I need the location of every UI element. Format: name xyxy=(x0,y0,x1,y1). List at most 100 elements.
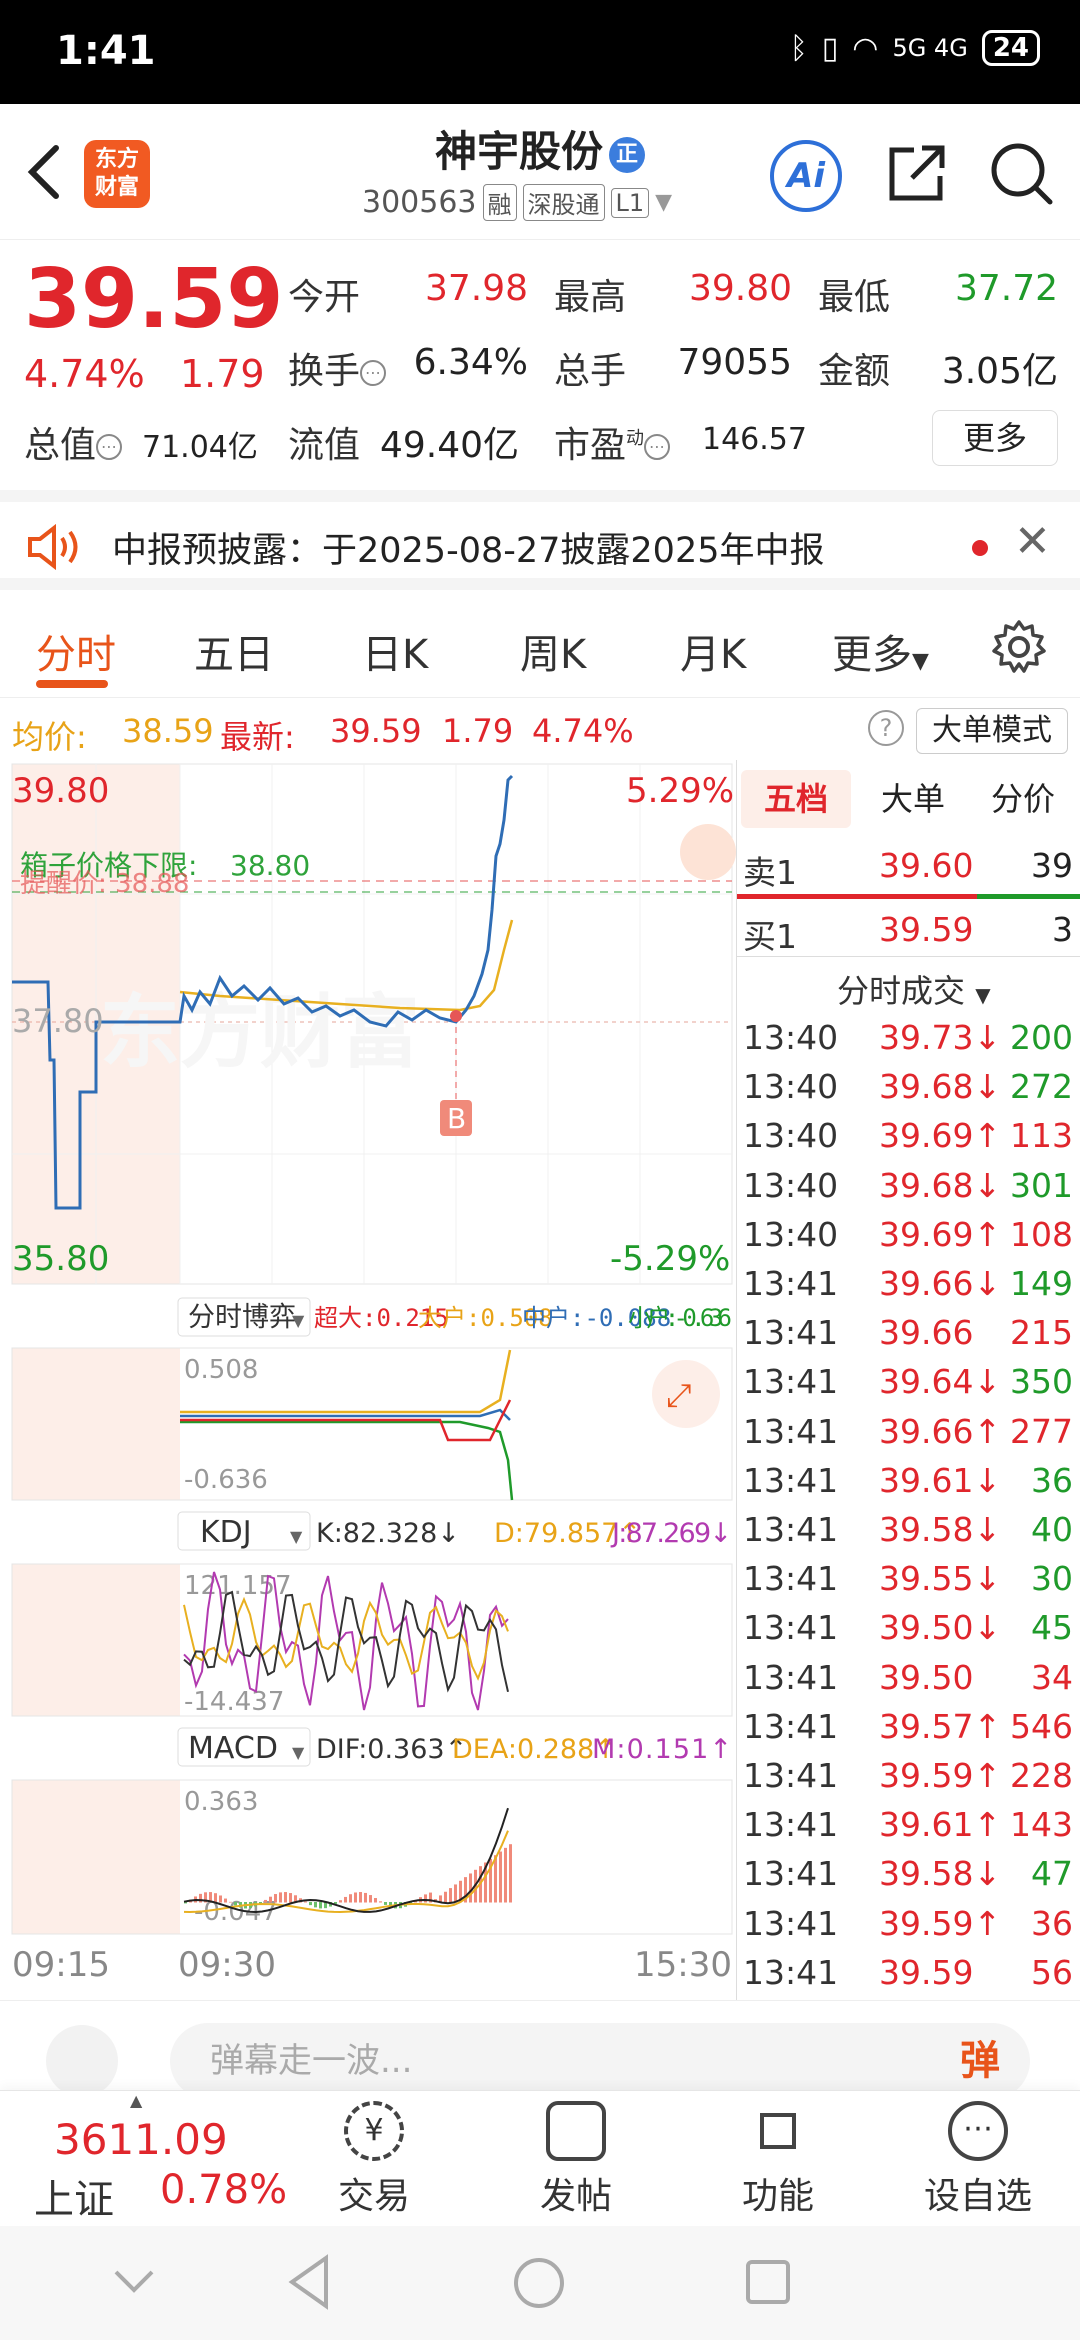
macd-bar xyxy=(424,1894,427,1903)
tab-5day[interactable]: 五日 xyxy=(194,622,274,680)
trade-row: 13:41 39.50 34 xyxy=(743,1658,1073,1706)
macd-bar xyxy=(314,1902,317,1908)
close-icon[interactable]: ✕ xyxy=(1014,516,1051,567)
vibrate-icon: ▯ xyxy=(821,30,839,66)
tab-day-k[interactable]: 日K xyxy=(362,622,428,680)
trade-time: 13:41 xyxy=(743,1657,839,1697)
trades-header[interactable]: 分时成交 ▼ xyxy=(837,966,991,1012)
trade-row: 13:41 39.66 215 xyxy=(743,1313,1073,1361)
recents-icon[interactable] xyxy=(744,2258,792,2306)
more-dots-icon: ⋯ xyxy=(948,2101,1008,2161)
notice-text: 中报预披露：于2025-08-27披露2025年中报 xyxy=(112,531,825,571)
collapse-icon[interactable] xyxy=(112,2266,156,2296)
signal-icon: 5G 4G xyxy=(892,34,968,62)
macd-bar xyxy=(274,1894,277,1903)
high-value: 39.80 xyxy=(688,268,792,309)
volume-label: 总手 xyxy=(554,351,627,392)
tab-more[interactable]: 更多▼ xyxy=(832,622,929,680)
divider xyxy=(737,956,1080,957)
back-nav-icon[interactable] xyxy=(286,2254,334,2310)
buy1-price: 39.59 xyxy=(879,910,974,949)
trade-price: 39.69↑ xyxy=(879,1214,1002,1254)
pct-bottom-label: -5.29% xyxy=(610,1239,730,1279)
sell1-volume: 39 xyxy=(1031,846,1073,885)
nav-add-watchlist[interactable]: ⋯ 设自选 xyxy=(908,2101,1048,2219)
caret-down-icon: ▼ xyxy=(292,1743,305,1762)
nav-post[interactable]: 发帖 xyxy=(506,2101,646,2219)
share-icon[interactable] xyxy=(884,142,948,206)
b-marker-dot xyxy=(450,1010,462,1022)
expand-up-icon[interactable]: ▲ xyxy=(130,2091,142,2110)
trade-volume: 40 xyxy=(1031,1510,1073,1549)
trade-volume: 30 xyxy=(1031,1559,1073,1599)
info-icon[interactable]: ⋯ xyxy=(360,360,387,386)
sell-bar xyxy=(737,894,977,899)
sell1-row[interactable]: 卖1 39.60 39 xyxy=(743,846,1073,894)
macd-bar xyxy=(279,1892,282,1903)
trade-row: 13:40 39.68↓ 301 xyxy=(743,1166,1073,1214)
tab-more-label: 更多 xyxy=(832,632,912,678)
price-info-line: 均价: 38.59 最新: 39.59 1.79 4.74% ? 大单模式 xyxy=(0,704,1080,756)
intraday-chart[interactable]: 东方财富 B 39.80 5.29% 箱子价格下限: 38.80 提醒价: 38… xyxy=(0,760,736,2000)
pe-label-text: 市盈 xyxy=(554,425,627,466)
tab-big-orders[interactable]: 大单 xyxy=(861,770,965,828)
ai-button[interactable]: Ai xyxy=(770,140,842,212)
bluetooth-icon: ᛒ xyxy=(789,30,808,66)
notice-bar[interactable]: 中报预披露：于2025-08-27披露2025年中报 ✕ xyxy=(0,490,1080,590)
x-mid-label: 09:30 xyxy=(178,1945,276,1985)
trade-row: 13:41 39.59↑ 36 xyxy=(743,1904,1073,1952)
index-name[interactable]: 上证 xyxy=(34,2167,114,2225)
macd-bar xyxy=(264,1899,267,1903)
high-label: 最高 xyxy=(554,277,627,318)
more-button[interactable]: 更多 xyxy=(932,410,1058,466)
nav-functions-label: 功能 xyxy=(741,2176,814,2217)
stock-name: 神宇股份 xyxy=(434,127,603,176)
trade-row: 13:41 39.59 56 xyxy=(743,1953,1073,2001)
tab-intraday[interactable]: 分时 xyxy=(36,622,116,680)
index-value[interactable]: 3611.09 xyxy=(54,2115,228,2164)
danmu-settings-icon[interactable] xyxy=(46,2025,118,2097)
danmu-send-button[interactable]: 弹 xyxy=(930,2023,1030,2099)
macd-bar xyxy=(354,1892,357,1903)
nav-post-label: 发帖 xyxy=(539,2176,612,2217)
nav-add-watchlist-label: 设自选 xyxy=(923,2176,1032,2217)
tab-month-k[interactable]: 月K xyxy=(680,622,746,680)
trade-volume: 149 xyxy=(1010,1264,1073,1303)
search-icon[interactable] xyxy=(988,140,1056,208)
y-mid-label: 37.80 xyxy=(12,1002,104,1040)
macd-bar xyxy=(359,1892,362,1903)
trade-price: 39.61↓ xyxy=(879,1460,1002,1500)
nav-trade[interactable]: ¥ 交易 xyxy=(304,2101,444,2219)
chevron-down-icon[interactable]: ▼ xyxy=(655,190,672,215)
macd-dif: DIF:0.363↑ xyxy=(316,1734,467,1765)
trade-volume: 228 xyxy=(1010,1756,1073,1795)
trade-time: 13:40 xyxy=(743,1116,839,1156)
info-icon[interactable]: ⋯ xyxy=(644,434,671,460)
tab-week-k[interactable]: 周K xyxy=(520,622,586,680)
buy1-volume: 3 xyxy=(1052,910,1073,949)
trade-volume: 34 xyxy=(1031,1657,1073,1697)
buy-bar xyxy=(977,894,1080,899)
info-icon[interactable]: ⋯ xyxy=(96,434,123,460)
kdj-bottom-label: -14.437 xyxy=(184,1687,284,1717)
trade-time: 13:40 xyxy=(743,1018,839,1057)
home-icon[interactable] xyxy=(512,2256,566,2310)
index-pct[interactable]: 0.78% xyxy=(160,2167,287,2213)
macd-bar xyxy=(469,1873,472,1903)
tab-five-levels[interactable]: 五档 xyxy=(741,770,851,828)
mascot-icon[interactable] xyxy=(680,824,736,880)
buy1-row[interactable]: 买1 39.59 3 xyxy=(743,910,1073,958)
bottom-nav: ▲ 3611.09 上证 0.78% ¥ 交易 发帖 功能 ⋯ 设自选 xyxy=(0,2090,1080,2226)
trade-row: 13:41 39.59↑ 228 xyxy=(743,1756,1073,1804)
stock-code-row: 300563 融 深股通 L1 ▼ xyxy=(362,184,672,221)
nav-functions[interactable]: 功能 xyxy=(708,2101,848,2219)
gear-icon[interactable] xyxy=(990,618,1048,676)
alert-price-label: 提醒价: 38.88 xyxy=(20,869,189,899)
trade-row: 13:41 39.58↓ 40 xyxy=(743,1510,1073,1558)
danmu-input[interactable]: 弹幕走一波... xyxy=(170,2023,990,2099)
tab-price-dist[interactable]: 分价 xyxy=(971,770,1075,828)
big-order-mode-button[interactable]: 大单模式 xyxy=(916,708,1068,754)
macd-bar xyxy=(344,1896,347,1903)
period-tabs: 分时 五日 日K 周K 月K 更多▼ xyxy=(0,600,1080,698)
help-icon[interactable]: ? xyxy=(868,710,904,746)
